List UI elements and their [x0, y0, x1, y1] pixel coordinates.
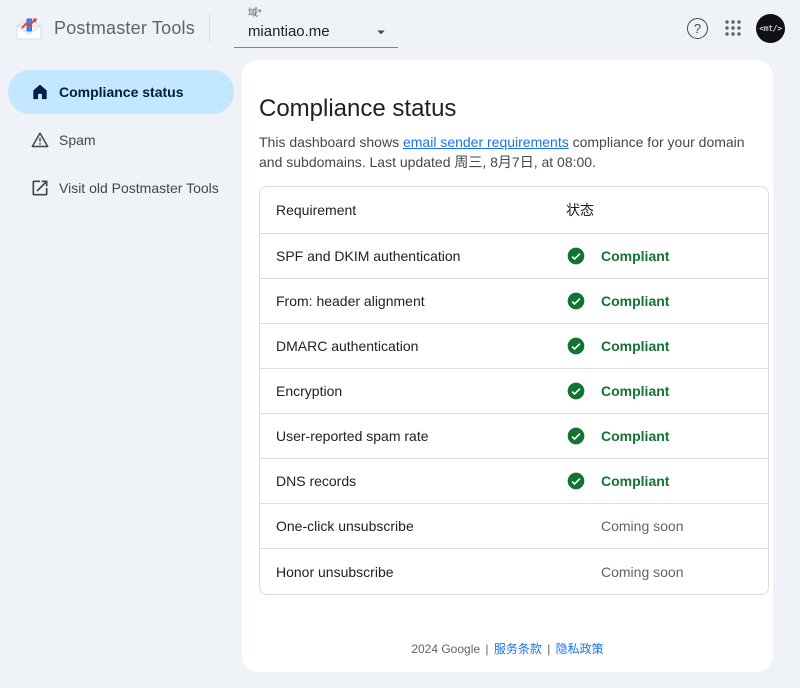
domain-field-label: 域* [248, 8, 398, 20]
account-avatar[interactable]: <mt/> [756, 14, 785, 43]
status-cell: Coming soon [566, 518, 768, 534]
table-header-row: Requirement 状态 [260, 187, 768, 234]
warning-icon [30, 130, 50, 150]
requirement-label: DNS records [260, 473, 566, 489]
domain-value: miantiao.me [248, 22, 330, 42]
requirement-label: DMARC authentication [260, 338, 566, 354]
app-title: Postmaster Tools [54, 18, 195, 39]
status-label: Compliant [601, 473, 669, 489]
requirement-label: One-click unsubscribe [260, 518, 566, 534]
page-description: This dashboard shows email sender requir… [259, 132, 764, 172]
status-cell: Coming soon [566, 564, 768, 580]
table-row: From: header alignment Compliant [260, 279, 768, 324]
status-cell: Compliant [566, 471, 768, 491]
apps-grid-icon[interactable] [724, 19, 742, 37]
domain-select-underline [234, 47, 398, 48]
table-row: One-click unsubscribe Coming soon [260, 504, 768, 549]
footer-separator: | [482, 642, 492, 656]
requirement-label: Encryption [260, 383, 566, 399]
status-cell: Compliant [566, 336, 768, 356]
sidebar-nav: Compliance status Spam Visit old Postmaste… [0, 56, 242, 214]
table-row: Honor unsubscribe Coming soon [260, 549, 768, 594]
status-label: Compliant [601, 248, 669, 264]
domain-selector[interactable]: 域* miantiao.me [234, 3, 398, 53]
footer-separator: | [544, 642, 554, 656]
app-header: Postmaster Tools 域* miantiao.me ? <mt/> [0, 0, 800, 56]
check-circle-icon [566, 426, 586, 446]
description-text-before: This dashboard shows [259, 134, 403, 150]
table-row: SPF and DKIM authentication Compliant [260, 234, 768, 279]
external-link-icon [30, 178, 50, 198]
status-label: Coming soon [601, 564, 684, 580]
status-label: Compliant [601, 293, 669, 309]
status-label: Coming soon [601, 518, 684, 534]
column-header-requirement: Requirement [260, 202, 566, 218]
column-header-status: 状态 [566, 200, 768, 220]
help-icon[interactable]: ? [687, 18, 708, 39]
table-row: Encryption Compliant [260, 369, 768, 414]
sidebar-item-label: Spam [59, 132, 96, 148]
requirement-label: Honor unsubscribe [260, 564, 566, 580]
sidebar-item-spam[interactable]: Spam [8, 118, 234, 162]
check-circle-icon [566, 246, 586, 266]
sidebar-item-compliance-status[interactable]: Compliance status [8, 70, 234, 114]
check-circle-icon [566, 291, 586, 311]
status-label: Compliant [601, 338, 669, 354]
footer: 2024 Google | 服务条款 | 隐私政策 [242, 640, 773, 657]
requirement-label: SPF and DKIM authentication [260, 248, 566, 264]
main-content-card: Compliance status This dashboard shows e… [242, 60, 773, 672]
footer-copyright: 2024 Google [411, 642, 480, 656]
sidebar-item-label: Compliance status [59, 84, 183, 100]
home-icon [30, 82, 50, 102]
status-label: Compliant [601, 428, 669, 444]
check-circle-icon [566, 336, 586, 356]
postmaster-tools-logo-icon [14, 13, 44, 43]
requirement-label: User-reported spam rate [260, 428, 566, 444]
footer-link[interactable]: 服务条款 [494, 642, 542, 656]
compliance-table: Requirement 状态 SPF and DKIM authenticati… [259, 186, 769, 595]
chevron-down-icon [372, 23, 390, 41]
status-cell: Compliant [566, 246, 768, 266]
status-label: Compliant [601, 383, 669, 399]
page-title: Compliance status [259, 94, 773, 124]
status-cell: Compliant [566, 381, 768, 401]
status-cell: Compliant [566, 291, 768, 311]
sidebar-item-visit-old-postmaster-tools[interactable]: Visit old Postmaster Tools [8, 166, 234, 210]
check-circle-icon [566, 471, 586, 491]
check-circle-icon [566, 381, 586, 401]
footer-links-container: 2024 Google | 服务条款 | 隐私政策 [411, 642, 603, 656]
requirement-label: From: header alignment [260, 293, 566, 309]
table-row: DNS records Compliant [260, 459, 768, 504]
footer-link[interactable]: 隐私政策 [556, 642, 604, 656]
table-row: User-reported spam rate Compliant [260, 414, 768, 459]
compliance-table-body: SPF and DKIM authenticationCompliantFrom… [260, 234, 768, 594]
header-divider [209, 14, 210, 42]
status-cell: Compliant [566, 426, 768, 446]
table-row: DMARC authentication Compliant [260, 324, 768, 369]
email-sender-requirements-link[interactable]: email sender requirements [403, 134, 569, 150]
sidebar-item-label: Visit old Postmaster Tools [59, 180, 219, 196]
